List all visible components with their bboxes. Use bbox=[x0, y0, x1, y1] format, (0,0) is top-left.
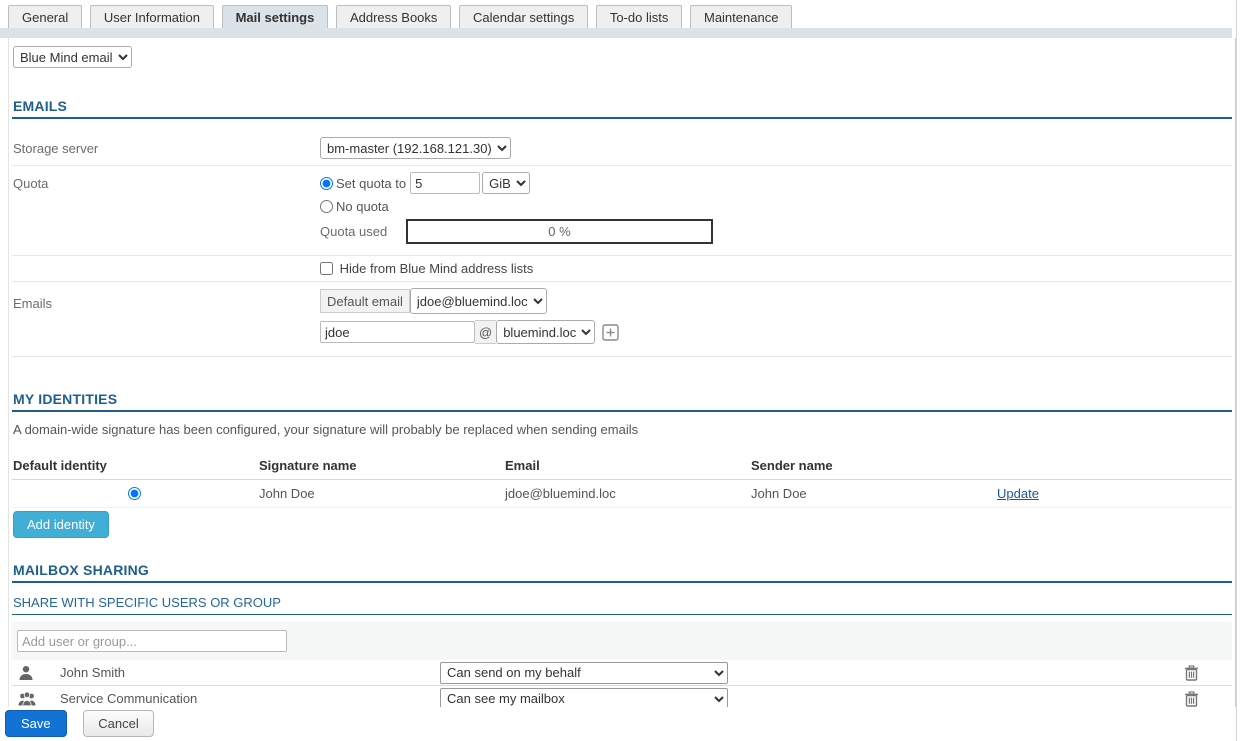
tab-maintenance[interactable]: Maintenance bbox=[690, 5, 792, 28]
mailbox-sharing-section-title: MAILBOX SHARING bbox=[12, 548, 1232, 583]
at-symbol: @ bbox=[475, 320, 496, 344]
permission-select-john-smith[interactable]: Can send on my behalf bbox=[440, 662, 728, 684]
plus-icon bbox=[602, 324, 619, 341]
group-icon bbox=[12, 691, 60, 707]
emails-section-title: EMAILS bbox=[12, 78, 1232, 119]
quota-label: Quota bbox=[12, 172, 320, 191]
quota-used-value: 0 % bbox=[548, 224, 570, 239]
tab-calendar-settings[interactable]: Calendar settings bbox=[459, 5, 588, 28]
tab-general[interactable]: General bbox=[8, 5, 82, 28]
quota-used-label: Quota used bbox=[320, 224, 406, 239]
share-entity-name: Service Communication bbox=[60, 691, 440, 706]
hide-from-address-lists-label: Hide from Blue Mind address lists bbox=[340, 261, 534, 276]
delete-share-button[interactable] bbox=[1184, 691, 1199, 707]
user-icon bbox=[12, 665, 60, 681]
add-identity-button[interactable]: Add identity bbox=[13, 511, 109, 538]
emails-label: Emails bbox=[12, 288, 320, 311]
scrollbar-track[interactable] bbox=[1236, 0, 1244, 741]
tab-todo-lists[interactable]: To-do lists bbox=[596, 5, 683, 28]
delete-share-button[interactable] bbox=[1184, 665, 1199, 681]
identity-row: John Doe jdoe@bluemind.loc John Doe Upda… bbox=[12, 480, 1232, 508]
quota-value-input[interactable] bbox=[410, 172, 480, 194]
mailbox-type-select[interactable]: Blue Mind email bbox=[13, 46, 132, 68]
email-domain-select[interactable]: bluemind.loc bbox=[496, 320, 595, 344]
no-quota-label: No quota bbox=[336, 199, 389, 214]
mail-settings-panel: Blue Mind email EMAILS Storage server bm… bbox=[8, 38, 1236, 741]
default-email-select[interactable]: jdoe@bluemind.loc bbox=[410, 288, 547, 314]
column-email: Email bbox=[504, 453, 750, 480]
quota-used-meter: 0 % bbox=[406, 219, 713, 244]
share-row-john-smith: John Smith Can send on my behalf bbox=[12, 660, 1232, 686]
settings-tabbar: General User Information Mail settings A… bbox=[0, 0, 1244, 28]
tab-address-books[interactable]: Address Books bbox=[336, 5, 451, 28]
tab-mail-settings[interactable]: Mail settings bbox=[222, 5, 329, 28]
identities-section-title: MY IDENTITIES bbox=[12, 371, 1232, 412]
share-add-band bbox=[12, 622, 1232, 660]
no-quota-radio[interactable] bbox=[320, 200, 333, 213]
save-button[interactable]: Save bbox=[5, 710, 67, 737]
default-email-prefix-label: Default email bbox=[320, 289, 410, 313]
add-email-button[interactable] bbox=[602, 324, 619, 341]
cancel-button[interactable]: Cancel bbox=[83, 710, 153, 737]
email-local-part-input[interactable] bbox=[320, 321, 475, 343]
column-actions bbox=[996, 453, 1232, 480]
set-quota-radio[interactable] bbox=[320, 177, 333, 190]
hide-from-address-lists-checkbox[interactable] bbox=[320, 262, 333, 275]
tab-user-information[interactable]: User Information bbox=[90, 5, 214, 28]
column-default-identity: Default identity bbox=[12, 453, 258, 480]
quota-unit-select[interactable]: GiB bbox=[482, 172, 530, 194]
trash-icon bbox=[1184, 691, 1199, 707]
update-identity-link[interactable]: Update bbox=[997, 486, 1039, 501]
set-quota-label: Set quota to bbox=[336, 176, 406, 191]
column-signature-name: Signature name bbox=[258, 453, 504, 480]
default-identity-radio[interactable] bbox=[128, 487, 141, 500]
add-user-or-group-input[interactable] bbox=[17, 630, 287, 652]
column-sender-name: Sender name bbox=[750, 453, 996, 480]
footer-bar: Save Cancel bbox=[0, 707, 1244, 741]
domain-signature-notice: A domain-wide signature has been configu… bbox=[12, 412, 1232, 441]
trash-icon bbox=[1184, 665, 1199, 681]
identity-signature-name: John Doe bbox=[258, 480, 504, 508]
identity-email: jdoe@bluemind.loc bbox=[504, 480, 750, 508]
share-entity-name: John Smith bbox=[60, 665, 440, 680]
storage-server-select[interactable]: bm-master (192.168.121.30) bbox=[320, 137, 511, 159]
identity-sender-name: John Doe bbox=[750, 480, 996, 508]
identities-table: Default identity Signature name Email Se… bbox=[12, 453, 1232, 508]
tabstrip-band bbox=[0, 28, 1232, 38]
storage-server-label: Storage server bbox=[12, 137, 320, 156]
share-with-subtitle: SHARE WITH SPECIFIC USERS OR GROUP bbox=[12, 583, 1232, 615]
